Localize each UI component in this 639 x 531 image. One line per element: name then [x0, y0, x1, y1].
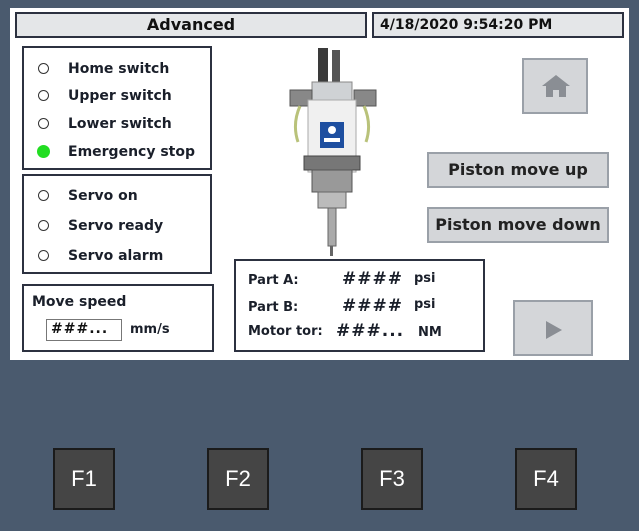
part-b-unit: psi — [414, 297, 436, 312]
dispense-valve-image — [289, 48, 377, 256]
datetime-display: 4/18/2020 9:54:20 PM — [372, 12, 624, 38]
move-speed-input[interactable]: ###... — [46, 319, 122, 341]
home-button[interactable] — [522, 58, 588, 114]
pressure-readings-group: Part A: #### psi Part B: #### psi Motor … — [234, 259, 485, 352]
motor-torque-value: ###... — [336, 321, 405, 341]
status-led — [38, 118, 49, 129]
function-key-f4[interactable]: F4 — [515, 448, 577, 510]
status-led — [38, 90, 49, 101]
indicator-label: Home switch — [68, 61, 170, 77]
indicator-label: Servo on — [68, 188, 138, 204]
indicator-label: Servo alarm — [68, 248, 164, 264]
indicator-label: Servo ready — [68, 218, 164, 234]
home-icon — [542, 75, 570, 97]
function-key-f3[interactable]: F3 — [361, 448, 423, 510]
status-led — [38, 220, 49, 231]
part-a-unit: psi — [414, 271, 436, 286]
part-b-value: #### — [342, 296, 403, 316]
play-icon — [546, 321, 562, 339]
function-key-f1[interactable]: F1 — [53, 448, 115, 510]
status-led — [37, 145, 50, 158]
indicator-label: Upper switch — [68, 88, 172, 104]
move-speed-label: Move speed — [32, 294, 127, 310]
status-led — [38, 250, 49, 261]
indicator-label: Emergency stop — [68, 144, 195, 160]
move-speed-group: Move speed ###... mm/s — [22, 284, 214, 352]
piston-move-up-button[interactable]: Piston move up — [427, 152, 609, 188]
screen-title: Advanced — [15, 12, 367, 38]
motor-torque-unit: NM — [418, 325, 442, 340]
next-screen-button[interactable] — [513, 300, 593, 356]
limit-switch-group: Home switch Upper switch Lower switch Em… — [22, 46, 212, 170]
part-a-label: Part A: — [248, 273, 299, 288]
indicator-label: Lower switch — [68, 116, 172, 132]
function-key-f2[interactable]: F2 — [207, 448, 269, 510]
servo-status-group: Servo on Servo ready Servo alarm — [22, 174, 212, 274]
move-speed-unit: mm/s — [130, 322, 170, 337]
status-led — [38, 190, 49, 201]
piston-move-down-button[interactable]: Piston move down — [427, 207, 609, 243]
part-a-value: #### — [342, 269, 403, 289]
motor-torque-label: Motor tor: — [248, 324, 323, 339]
status-led — [38, 63, 49, 74]
part-b-label: Part B: — [248, 300, 299, 315]
